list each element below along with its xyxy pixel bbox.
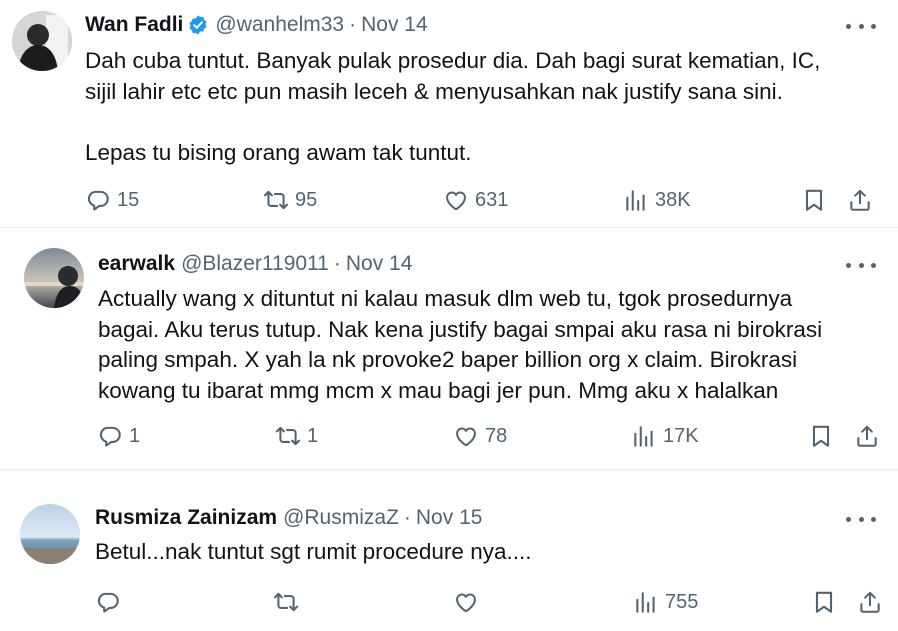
like-icon bbox=[443, 187, 469, 213]
handle[interactable]: @wanhelm33 bbox=[215, 13, 344, 37]
reply-count: 15 bbox=[117, 188, 140, 211]
separator: · bbox=[403, 506, 411, 529]
like-count: 78 bbox=[485, 424, 508, 447]
views-count: 755 bbox=[665, 590, 699, 613]
retweet-icon bbox=[275, 423, 301, 449]
bookmark-icon bbox=[801, 187, 827, 213]
reply-icon bbox=[85, 187, 111, 213]
bookmark-button[interactable] bbox=[808, 423, 834, 449]
share-icon bbox=[857, 589, 883, 615]
display-name[interactable]: Rusmiza Zainizam bbox=[95, 506, 277, 530]
like-count: 631 bbox=[475, 188, 509, 211]
tweet[interactable]: Wan Fadli @wanhelm33 · Nov 14 Dah cuba t… bbox=[0, 0, 898, 226]
avatar[interactable] bbox=[12, 11, 72, 71]
reply-button[interactable] bbox=[95, 589, 127, 615]
views-count: 17K bbox=[663, 424, 699, 447]
reply-button[interactable]: 15 bbox=[85, 187, 139, 213]
like-button[interactable]: 78 bbox=[453, 423, 507, 449]
avatar[interactable] bbox=[24, 248, 84, 308]
avatar[interactable] bbox=[20, 504, 80, 564]
more-icon[interactable] bbox=[846, 509, 876, 529]
share-icon bbox=[847, 187, 873, 213]
display-name[interactable]: Wan Fadli bbox=[85, 13, 183, 37]
tweet[interactable]: Rusmiza Zainizam @RusmizaZ · Nov 15 Betu… bbox=[0, 471, 898, 631]
views-icon bbox=[633, 589, 659, 615]
bookmark-icon bbox=[811, 589, 837, 615]
views-button[interactable]: 17K bbox=[631, 423, 699, 449]
retweet-button[interactable]: 95 bbox=[263, 187, 317, 213]
views-button[interactable]: 38K bbox=[623, 187, 691, 213]
reply-count: 1 bbox=[129, 424, 141, 447]
timestamp[interactable]: Nov 14 bbox=[346, 252, 413, 276]
views-count: 38K bbox=[655, 188, 691, 211]
share-button[interactable] bbox=[857, 589, 883, 615]
retweet-button[interactable] bbox=[273, 589, 305, 615]
reply-button[interactable]: 1 bbox=[97, 423, 140, 449]
tweet-header: earwalk @Blazer119011 · Nov 14 bbox=[98, 252, 412, 276]
tweet-text: Dah cuba tuntut. Banyak pulak prosedur d… bbox=[85, 48, 821, 165]
retweet-button[interactable]: 1 bbox=[275, 423, 318, 449]
avatar-image bbox=[24, 248, 84, 308]
retweet-icon bbox=[263, 187, 289, 213]
more-icon[interactable] bbox=[846, 255, 876, 275]
verified-badge-icon bbox=[189, 15, 207, 35]
retweet-count: 95 bbox=[295, 188, 318, 211]
bookmark-button[interactable] bbox=[801, 187, 827, 213]
bookmark-button[interactable] bbox=[811, 589, 837, 615]
views-icon bbox=[623, 187, 649, 213]
tweet[interactable]: earwalk @Blazer119011 · Nov 14 Actually … bbox=[0, 228, 898, 469]
timestamp[interactable]: Nov 15 bbox=[416, 506, 483, 530]
like-icon bbox=[453, 423, 479, 449]
more-icon[interactable] bbox=[846, 16, 876, 36]
like-icon bbox=[453, 589, 479, 615]
handle[interactable]: @Blazer119011 bbox=[181, 252, 329, 276]
like-button[interactable] bbox=[453, 589, 485, 615]
timestamp[interactable]: Nov 14 bbox=[361, 13, 428, 37]
retweet-icon bbox=[273, 589, 299, 615]
like-button[interactable]: 631 bbox=[443, 187, 508, 213]
avatar-image bbox=[20, 504, 80, 564]
tweet-text: Actually wang x dituntut ni kalau masuk … bbox=[98, 286, 823, 403]
tweet-header: Rusmiza Zainizam @RusmizaZ · Nov 15 bbox=[95, 506, 482, 530]
retweet-count: 1 bbox=[307, 424, 319, 447]
tweet-header: Wan Fadli @wanhelm33 · Nov 14 bbox=[85, 13, 428, 37]
share-button[interactable] bbox=[854, 423, 880, 449]
separator: · bbox=[333, 252, 341, 275]
reply-icon bbox=[97, 423, 123, 449]
share-button[interactable] bbox=[847, 187, 873, 213]
views-button[interactable]: 755 bbox=[633, 589, 698, 615]
handle[interactable]: @RusmizaZ bbox=[283, 506, 399, 530]
views-icon bbox=[631, 423, 657, 449]
reply-icon bbox=[95, 589, 121, 615]
avatar-image bbox=[12, 11, 72, 71]
bookmark-icon bbox=[808, 423, 834, 449]
tweet-text: Betul...nak tuntut sgt rumit procedure n… bbox=[95, 539, 532, 564]
share-icon bbox=[854, 423, 880, 449]
display-name[interactable]: earwalk bbox=[98, 252, 175, 276]
separator: · bbox=[349, 13, 357, 36]
